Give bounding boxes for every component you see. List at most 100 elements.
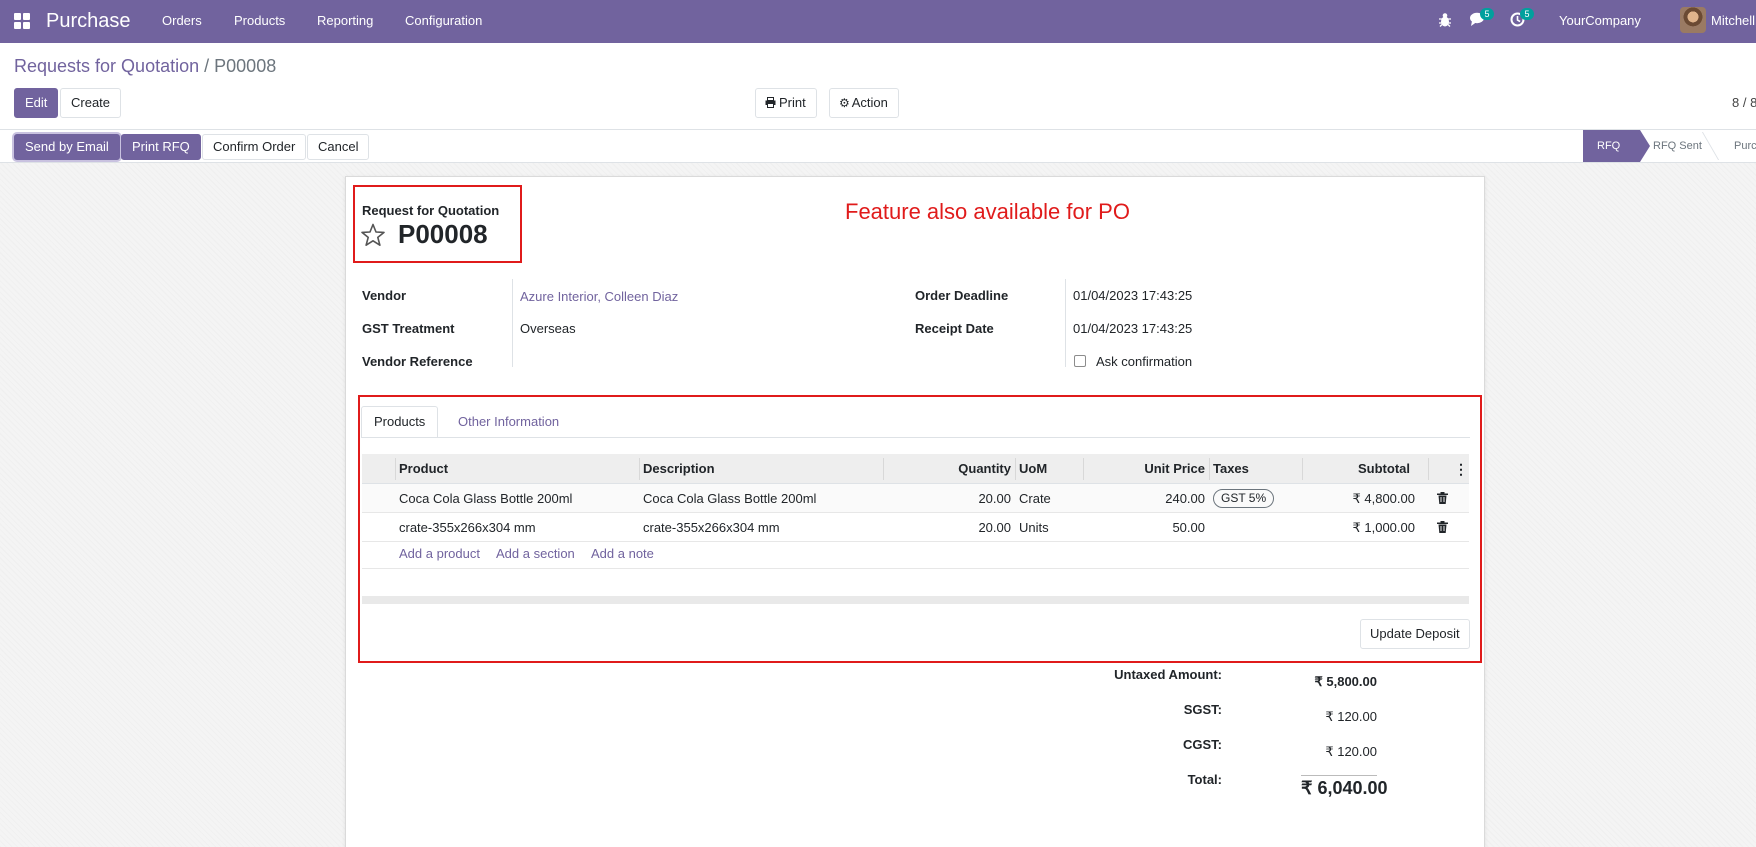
menu-orders[interactable]: Orders xyxy=(162,13,202,28)
column-divider xyxy=(1015,458,1016,480)
edit-button[interactable]: Edit xyxy=(14,88,59,118)
messages-badge: 5 xyxy=(1480,8,1494,20)
column-product[interactable]: Product xyxy=(399,454,448,484)
table-row[interactable]: crate-355x266x304 mm crate-355x266x304 m… xyxy=(362,513,1469,542)
trash-icon[interactable] xyxy=(1437,521,1448,533)
ask-confirmation-label: Ask confirmation xyxy=(1096,354,1193,369)
vendor-field[interactable]: Azure Interior, Colleen Diaz xyxy=(520,289,678,304)
column-divider xyxy=(1428,458,1429,480)
tab-products[interactable]: Products xyxy=(361,406,439,438)
field-divider-left xyxy=(512,279,513,367)
menu-configuration[interactable]: Configuration xyxy=(405,13,482,28)
column-uom[interactable]: UoM xyxy=(1019,454,1047,484)
stage-divider xyxy=(1701,132,1720,160)
gear-icon: ⚙ xyxy=(839,96,850,110)
breadcrumb-parent[interactable]: Requests for Quotation xyxy=(14,56,199,76)
field-divider-right xyxy=(1065,279,1066,367)
star-icon[interactable] xyxy=(360,222,386,248)
confirm-order-button[interactable]: Confirm Order xyxy=(202,134,307,160)
untaxed-amount-label: Untaxed Amount: xyxy=(1114,667,1222,682)
row-quantity[interactable]: 20.00 xyxy=(887,484,1011,513)
add-product-link[interactable]: Add a product xyxy=(399,546,480,561)
printer-icon xyxy=(765,97,776,108)
sgst-value: ₹ 120.00 xyxy=(1325,709,1377,724)
cancel-button[interactable]: Cancel xyxy=(307,134,370,160)
row-product[interactable]: crate-355x266x304 mm xyxy=(399,513,536,542)
column-unit-price[interactable]: Unit Price xyxy=(1087,454,1205,484)
user-avatar[interactable] xyxy=(1680,7,1706,33)
update-deposit-button[interactable]: Update Deposit xyxy=(1360,619,1470,649)
action-label: Action xyxy=(851,95,888,110)
column-taxes[interactable]: Taxes xyxy=(1213,454,1249,484)
add-note-link[interactable]: Add a note xyxy=(591,546,654,561)
top-navbar: Purchase Orders Products Reporting Confi… xyxy=(0,0,1756,43)
total-label: Total: xyxy=(1187,772,1222,787)
menu-reporting[interactable]: Reporting xyxy=(317,13,373,28)
menu-products[interactable]: Products xyxy=(234,13,285,28)
row-product[interactable]: Coca Cola Glass Bottle 200ml xyxy=(399,484,572,513)
row-uom[interactable]: Crate xyxy=(1019,484,1051,513)
form-sheet: Request for Quotation P00008 Feature als… xyxy=(345,176,1485,847)
receipt-date-field[interactable]: 01/04/2023 17:43:25 xyxy=(1073,321,1192,336)
receipt-date-label: Receipt Date xyxy=(915,321,994,336)
add-section-link[interactable]: Add a section xyxy=(496,546,575,561)
lines-table-header: Product Description Quantity UoM Unit Pr… xyxy=(362,454,1469,484)
send-by-email-button[interactable]: Send by Email xyxy=(14,134,120,160)
vendor-reference-field[interactable] xyxy=(520,354,820,370)
cgst-value: ₹ 120.00 xyxy=(1325,744,1377,759)
stage-rfq[interactable]: RFQ xyxy=(1583,130,1650,162)
stage-rfq-sent[interactable]: RFQ Sent xyxy=(1653,130,1702,162)
row-uom[interactable]: Units xyxy=(1019,513,1049,542)
column-subtotal[interactable]: Subtotal xyxy=(1306,454,1410,484)
row-unit-price[interactable]: 240.00 xyxy=(1087,484,1205,513)
print-label: Print xyxy=(779,95,806,110)
create-button[interactable]: Create xyxy=(60,88,122,118)
table-bottom-line xyxy=(362,568,1469,569)
apps-icon[interactable] xyxy=(14,13,30,29)
row-description[interactable]: Coca Cola Glass Bottle 200ml xyxy=(643,484,816,513)
untaxed-amount-value: ₹ 5,800.00 xyxy=(1314,674,1378,689)
print-rfq-button[interactable]: Print RFQ xyxy=(121,134,201,160)
vendor-label: Vendor xyxy=(362,288,407,303)
row-subtotal: ₹ 1,000.00 xyxy=(1352,520,1416,535)
gst-treatment-label: GST Treatment xyxy=(362,321,455,336)
user-menu[interactable]: Mitchell xyxy=(1711,13,1755,28)
bug-icon[interactable] xyxy=(1438,12,1456,30)
pager[interactable]: 8 / 8 xyxy=(1732,95,1756,110)
action-button[interactable]: ⚙ Action xyxy=(829,88,899,118)
print-button[interactable]: Print xyxy=(755,88,817,118)
total-value: ₹ 6,040.00 xyxy=(1301,775,1388,799)
tax-tag[interactable]: GST 5% xyxy=(1213,489,1275,508)
ask-confirmation-checkbox[interactable] xyxy=(1074,355,1086,367)
title-label: Request for Quotation xyxy=(362,203,500,218)
column-divider xyxy=(883,458,884,480)
column-options-icon[interactable]: ⋮ xyxy=(1454,454,1468,484)
vendor-reference-label: Vendor Reference xyxy=(362,354,473,369)
row-quantity[interactable]: 20.00 xyxy=(887,513,1011,542)
activities-badge: 5 xyxy=(1520,8,1534,20)
breadcrumb-separator: / xyxy=(204,56,210,76)
trash-icon[interactable] xyxy=(1437,492,1448,504)
company-switcher[interactable]: YourCompany xyxy=(1559,13,1641,28)
table-row[interactable]: Coca Cola Glass Bottle 200ml Coca Cola G… xyxy=(362,484,1469,513)
horizontal-scrollbar[interactable] xyxy=(362,596,1469,604)
column-divider xyxy=(639,458,640,480)
record-title: P00008 xyxy=(398,219,488,249)
chat-icon[interactable]: 5 xyxy=(1470,8,1494,30)
gst-treatment-field[interactable]: Overseas xyxy=(520,321,576,336)
row-description[interactable]: crate-355x266x304 mm xyxy=(643,513,780,542)
tab-other-information[interactable]: Other Information xyxy=(452,406,565,438)
row-subtotal: ₹ 4,800.00 xyxy=(1352,491,1416,506)
order-deadline-field[interactable]: 01/04/2023 17:43:25 xyxy=(1073,288,1192,303)
column-description[interactable]: Description xyxy=(643,454,715,484)
column-divider xyxy=(1083,458,1084,480)
stage-purchase-order[interactable]: Purchase Order xyxy=(1734,130,1756,162)
breadcrumb-current: P00008 xyxy=(214,56,277,76)
cgst-label: CGST: xyxy=(1183,737,1222,752)
activity-icon[interactable]: 5 xyxy=(1510,8,1534,30)
column-quantity[interactable]: Quantity xyxy=(887,454,1011,484)
column-divider xyxy=(1302,458,1303,480)
annotation-text: Feature also available for PO xyxy=(845,199,1130,224)
row-unit-price[interactable]: 50.00 xyxy=(1087,513,1205,542)
app-brand[interactable]: Purchase xyxy=(46,10,131,33)
